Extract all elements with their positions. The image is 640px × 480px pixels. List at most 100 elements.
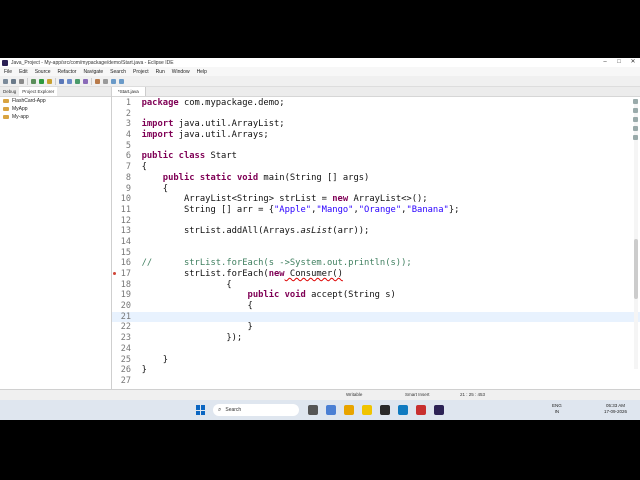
- code-line: 11 String [] arr = {"Apple","Mango","Ora…: [120, 204, 460, 215]
- open-type-icon[interactable]: [83, 78, 88, 84]
- new-class-icon[interactable]: [75, 78, 80, 84]
- chrome-icon[interactable]: [344, 405, 354, 415]
- problems-icon[interactable]: [633, 117, 638, 122]
- eclipse-icon[interactable]: [434, 405, 444, 415]
- search-icon[interactable]: [95, 78, 100, 84]
- code-area[interactable]: 1 package com.mypackage.demo; 2 3 import…: [112, 98, 640, 387]
- code-line: 22 }: [120, 322, 253, 333]
- code-line: 19 public void accept(String s): [120, 290, 396, 301]
- menu-help[interactable]: Help: [197, 69, 207, 75]
- desktop-screen: Java_Project - My-app/src/com/mypackage/…: [0, 58, 640, 420]
- pinned-app-icon[interactable]: [416, 405, 426, 415]
- code-line: 20 {: [120, 301, 253, 312]
- code-line: 13 strList.addAll(Arrays.asList(arr));: [120, 226, 370, 237]
- forward-icon[interactable]: [119, 78, 124, 84]
- close-icon[interactable]: ✕: [626, 58, 640, 67]
- editor-tabs: *Start.java: [112, 87, 640, 97]
- status-insert-mode: Smart Insert: [405, 392, 430, 397]
- current-code-line[interactable]: 21: [112, 311, 640, 323]
- back-icon[interactable]: [111, 78, 116, 84]
- code-line: 16 // strList.forEach(s ->System.out.pri…: [120, 258, 412, 269]
- tree-item-myapp[interactable]: MyApp: [0, 105, 111, 113]
- minimize-icon[interactable]: –: [598, 58, 612, 67]
- language-indicator[interactable]: ENG IN: [552, 403, 562, 414]
- left-panel-tabs: Debug Project Explorer: [0, 87, 111, 97]
- java-app-icon: [2, 59, 8, 66]
- folder-icon: [3, 107, 9, 111]
- tree-item-flashcard-app[interactable]: FlashCard-App: [0, 97, 111, 105]
- toolbar: [0, 76, 640, 87]
- new-java-project-icon[interactable]: [59, 78, 64, 84]
- code-line: 24: [120, 343, 131, 354]
- menu-edit[interactable]: Edit: [19, 69, 28, 75]
- debug-icon[interactable]: [31, 78, 36, 84]
- edge-icon[interactable]: [398, 405, 408, 415]
- scrollbar-thumb[interactable]: [634, 239, 638, 299]
- folder-icon: [3, 99, 9, 103]
- code-line: 1 package com.mypackage.demo;: [125, 98, 285, 108]
- terminal-icon[interactable]: [380, 405, 390, 415]
- tree-item-label: MyApp: [12, 106, 28, 112]
- toolbar-divider: [55, 77, 56, 85]
- code-line: 7 {: [125, 162, 147, 173]
- tab-start-java[interactable]: *Start.java: [112, 87, 146, 96]
- tree-item-label: My-app: [12, 114, 29, 120]
- status-bar: Writable Smart Insert 21 : 25 : 453: [0, 389, 640, 400]
- menu-file[interactable]: File: [4, 69, 12, 75]
- menu-window[interactable]: Window: [172, 69, 190, 75]
- taskbar-search[interactable]: ⌕ Search: [213, 404, 299, 416]
- task-view-icon[interactable]: [308, 405, 318, 415]
- menu-search[interactable]: Search: [110, 69, 126, 75]
- new-package-icon[interactable]: [67, 78, 72, 84]
- code-line: 23 });: [120, 333, 243, 344]
- code-line: 18 {: [120, 279, 232, 290]
- code-editor[interactable]: *Start.java 1 package com.mypackage.demo…: [112, 87, 640, 389]
- code-line: 5: [125, 140, 131, 151]
- run-icon[interactable]: [39, 78, 44, 84]
- tab-project-explorer[interactable]: Project Explorer: [19, 87, 58, 96]
- toolbar-divider: [91, 77, 92, 85]
- search-label: Search: [225, 407, 242, 413]
- code-line-error: 17 strList.forEach(new Consumer(): [112, 269, 640, 280]
- status-cursor-position: 21 : 25 : 453: [460, 392, 486, 397]
- search-icon: ⌕: [218, 406, 222, 413]
- code-line: 4 import java.util.Arrays;: [125, 130, 269, 141]
- error-marker-icon[interactable]: [113, 272, 116, 275]
- windows-taskbar: ⌕ Search ENG IN 05:33 AM 17-09-2026: [0, 400, 640, 420]
- folder-icon: [3, 115, 9, 119]
- code-line: 3 import java.util.ArrayList;: [125, 119, 285, 130]
- maximize-icon[interactable]: □: [612, 58, 626, 67]
- code-line: 15: [120, 247, 131, 258]
- title-bar: Java_Project - My-app/src/com/mypackage/…: [0, 58, 640, 67]
- console-icon[interactable]: [633, 126, 638, 131]
- javadoc-icon[interactable]: [633, 135, 638, 140]
- save-icon[interactable]: [11, 78, 16, 84]
- task-list-icon[interactable]: [633, 108, 638, 113]
- clock[interactable]: 05:33 AM 17-09-2026: [604, 403, 627, 414]
- toolbar-divider: [27, 77, 28, 85]
- window-title: Java_Project - My-app/src/com/mypackage/…: [11, 59, 174, 66]
- tree-item-my-app[interactable]: My-app: [0, 113, 111, 121]
- windows-start-icon[interactable]: [196, 405, 206, 415]
- new-icon[interactable]: [3, 78, 8, 84]
- file-explorer-icon[interactable]: [326, 405, 336, 415]
- annotation-icon[interactable]: [103, 78, 108, 84]
- code-line: 8 public static void main(String [] args…: [125, 172, 370, 183]
- code-line: 9 {: [125, 183, 169, 194]
- code-line: 27: [120, 375, 131, 386]
- menu-refactor[interactable]: Refactor: [58, 69, 77, 75]
- menu-navigate[interactable]: Navigate: [83, 69, 103, 75]
- right-trim-toolbar: [631, 95, 640, 144]
- external-tools-icon[interactable]: [47, 78, 52, 84]
- window-controls: – □ ✕: [598, 58, 640, 67]
- menu-project[interactable]: Project: [133, 69, 149, 75]
- code-line: 26 }: [120, 365, 147, 376]
- save-all-icon[interactable]: [19, 78, 24, 84]
- tree-item-label: FlashCard-App: [12, 98, 46, 104]
- folder-app-icon[interactable]: [362, 405, 372, 415]
- tab-debug[interactable]: Debug: [0, 87, 19, 96]
- menu-run[interactable]: Run: [156, 69, 165, 75]
- code-line: 6 public class Start: [125, 151, 237, 162]
- menu-source[interactable]: Source: [35, 69, 51, 75]
- outline-icon[interactable]: [633, 99, 638, 104]
